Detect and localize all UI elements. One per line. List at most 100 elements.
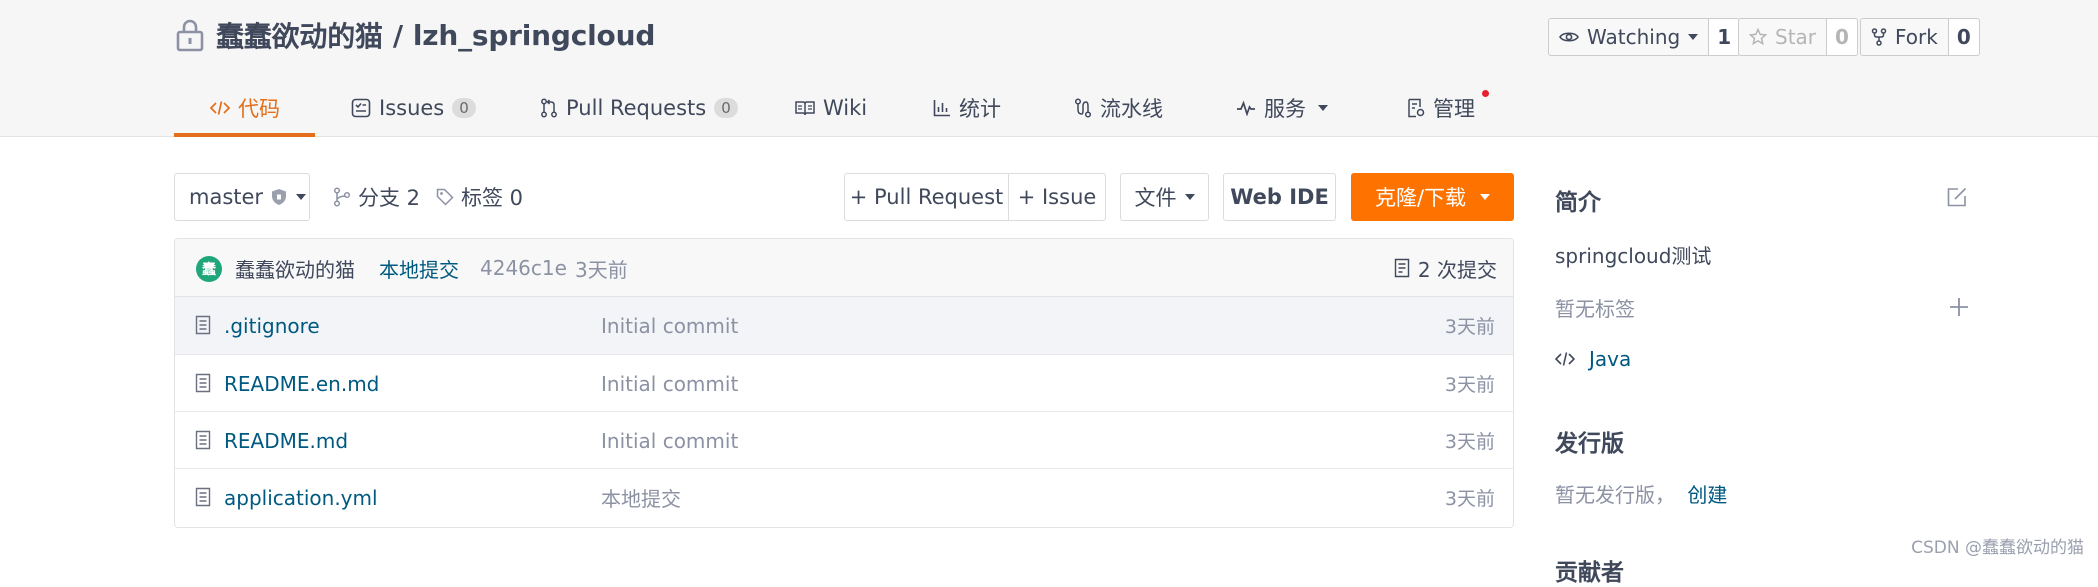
- language-label: Java: [1589, 347, 1632, 371]
- star-count[interactable]: 0: [1827, 18, 1858, 56]
- file-list: 蠢 蠢蠢欲动的猫 本地提交 4246c1e 3天前 2 次提交 .gitigno…: [174, 238, 1514, 528]
- star-button[interactable]: Star: [1738, 18, 1828, 56]
- fork-button[interactable]: Fork: [1860, 18, 1949, 56]
- repo-name-link[interactable]: lzh_springcloud: [413, 19, 656, 52]
- tab-pipeline[interactable]: 流水线: [1074, 78, 1163, 137]
- file-commit-message[interactable]: Initial commit: [601, 297, 738, 354]
- file-name-link[interactable]: README.md: [224, 412, 348, 469]
- edit-icon[interactable]: [1946, 186, 1968, 208]
- file-name-link[interactable]: application.yml: [224, 469, 378, 526]
- avatar[interactable]: 蠢: [196, 256, 222, 282]
- create-release-link[interactable]: 创建: [1687, 483, 1727, 507]
- latest-commit-bar: 蠢 蠢蠢欲动的猫 本地提交 4246c1e 3天前 2 次提交: [175, 239, 1513, 297]
- chevron-down-icon: [1184, 194, 1195, 200]
- eye-icon: [1559, 32, 1579, 42]
- pipeline-icon: [1074, 97, 1092, 118]
- tab-code[interactable]: 代码: [210, 78, 280, 137]
- pulse-icon: [1237, 100, 1255, 116]
- code-icon: [1555, 352, 1575, 366]
- tab-statistics[interactable]: 统计: [933, 78, 1001, 137]
- star-label: Star: [1775, 25, 1817, 49]
- issues-count-badge: 0: [452, 97, 476, 118]
- file-commit-message[interactable]: Initial commit: [601, 412, 738, 469]
- tab-issues[interactable]: Issues 0: [351, 78, 476, 137]
- manage-notification-dot: [1482, 90, 1489, 97]
- watch-group: Watching 1: [1548, 18, 1741, 56]
- file-icon: [195, 373, 211, 393]
- tab-issues-label: Issues: [379, 95, 445, 120]
- language-item[interactable]: Java: [1555, 347, 1631, 371]
- repo-title: 蠢蠢欲动的猫 / lzh_springcloud: [174, 14, 655, 56]
- fork-count[interactable]: 0: [1948, 18, 1980, 56]
- commit-author[interactable]: 蠢蠢欲动的猫: [235, 239, 355, 297]
- new-issue-button[interactable]: + Issue: [1009, 173, 1106, 221]
- add-tag-icon[interactable]: [1949, 297, 1969, 317]
- commits-icon: [1394, 258, 1410, 278]
- table-row: application.yml 本地提交 3天前: [175, 468, 1513, 525]
- shield-icon: [272, 189, 287, 205]
- watch-label: Watching: [1587, 25, 1681, 49]
- repo-owner-link[interactable]: 蠢蠢欲动的猫: [216, 15, 383, 55]
- file-time: 3天前: [1444, 374, 1495, 396]
- clone-download-button[interactable]: 克隆/下载: [1351, 173, 1514, 221]
- file-icon: [195, 430, 211, 450]
- branch-selector[interactable]: master: [174, 173, 310, 221]
- commits-count: 2 次提交: [1417, 257, 1497, 282]
- tab-manage-label: 管理: [1433, 96, 1475, 121]
- release-heading: 发行版: [1555, 431, 1624, 457]
- file-menu-button[interactable]: 文件: [1120, 173, 1209, 221]
- chevron-down-icon: [1480, 194, 1491, 200]
- no-tags-text: 暂无标签: [1555, 297, 1635, 321]
- chevron-down-icon: [296, 194, 307, 200]
- tags-count: 标签 0: [461, 186, 524, 210]
- tab-services[interactable]: 服务: [1236, 78, 1328, 137]
- issues-icon: [351, 98, 371, 117]
- fork-icon: [1871, 28, 1887, 46]
- new-pull-request-button[interactable]: + Pull Request: [844, 173, 1009, 221]
- commit-hash[interactable]: 4246c1e: [480, 239, 567, 297]
- file-icon: [195, 315, 211, 335]
- file-name-link[interactable]: .gitignore: [224, 297, 320, 354]
- chevron-down-icon: [1688, 34, 1699, 40]
- no-release-text: 暂无发行版，: [1555, 483, 1675, 507]
- branches-link[interactable]: 分支 2: [333, 173, 420, 221]
- watermark: CSDN @蠢蠢欲动的猫: [1911, 538, 2084, 558]
- file-time: 3天前: [1444, 488, 1495, 510]
- pull-request-icon: [541, 98, 557, 117]
- file-menu-group: 文件: [1120, 173, 1209, 221]
- file-commit-message[interactable]: Initial commit: [601, 355, 738, 412]
- watch-count[interactable]: 1: [1709, 18, 1741, 56]
- table-row: README.en.md Initial commit 3天前: [175, 354, 1513, 411]
- tags-link[interactable]: 标签 0: [436, 173, 523, 221]
- branch-name: master: [189, 185, 264, 209]
- star-group: Star 0: [1738, 18, 1858, 56]
- pull-requests-count-badge: 0: [714, 97, 738, 118]
- file-icon: [195, 487, 211, 507]
- repo-description: springcloud测试: [1555, 244, 1712, 268]
- table-row: README.md Initial commit 3天前: [175, 411, 1513, 468]
- tab-wiki[interactable]: Wiki: [795, 78, 867, 137]
- table-row: .gitignore Initial commit 3天前: [175, 297, 1513, 354]
- star-icon: [1749, 28, 1767, 46]
- file-time: 3天前: [1444, 431, 1495, 453]
- commit-message[interactable]: 本地提交: [379, 239, 459, 297]
- file-name-link[interactable]: README.en.md: [224, 355, 379, 412]
- active-tab-indicator: [174, 133, 315, 137]
- title-separator: /: [392, 18, 403, 52]
- tab-statistics-label: 统计: [959, 96, 1001, 121]
- web-ide-button[interactable]: Web IDE: [1223, 173, 1336, 221]
- bar-chart-icon: [933, 99, 950, 116]
- file-commit-message[interactable]: 本地提交: [601, 469, 681, 526]
- settings-doc-icon: [1408, 98, 1425, 117]
- tab-manage[interactable]: 管理: [1407, 78, 1475, 137]
- web-ide-group: Web IDE: [1223, 173, 1336, 221]
- file-time: 3天前: [1444, 316, 1495, 338]
- watch-button[interactable]: Watching: [1548, 18, 1710, 56]
- fork-label: Fork: [1895, 25, 1938, 49]
- tab-services-label: 服务: [1264, 96, 1306, 121]
- tab-pipeline-label: 流水线: [1100, 96, 1163, 121]
- tab-wiki-label: Wiki: [823, 95, 868, 120]
- book-icon: [795, 100, 815, 115]
- commits-count-link[interactable]: 2 次提交: [1394, 239, 1497, 297]
- tab-pull-requests[interactable]: Pull Requests 0: [540, 78, 738, 137]
